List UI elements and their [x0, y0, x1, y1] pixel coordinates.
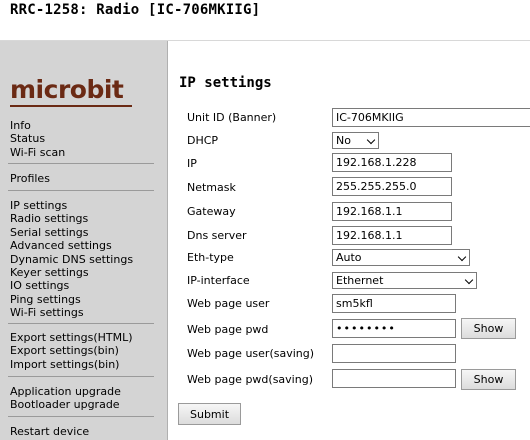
netmask-label: Netmask [187, 181, 236, 194]
eth-type-select[interactable]: Auto [332, 249, 470, 266]
dhcp-select[interactable]: No [332, 132, 379, 149]
nav-bootloader-upgrade[interactable]: Bootloader upgrade [10, 398, 121, 411]
nav-io-settings[interactable]: IO settings [10, 279, 133, 292]
nav-group-upgrade: Application upgrade Bootloader upgrade [10, 385, 121, 412]
dns-server-input[interactable] [332, 226, 452, 245]
nav-dynamic-dns-settings[interactable]: Dynamic DNS settings [10, 253, 133, 266]
nav-radio-settings[interactable]: Radio settings [10, 212, 133, 225]
web-pwd-input[interactable] [332, 319, 456, 338]
nav-separator [8, 323, 154, 324]
web-user-saving-input[interactable] [332, 344, 456, 363]
nav-group-restart: Restart device [10, 425, 89, 438]
nav-status[interactable]: Status [10, 132, 65, 145]
ip-interface-select-value: Ethernet [336, 274, 384, 287]
dns-server-label: Dns server [187, 229, 247, 242]
nav-keyer-settings[interactable]: Keyer settings [10, 266, 133, 279]
dhcp-label: DHCP [187, 134, 219, 147]
eth-type-label: Eth-type [187, 251, 234, 264]
web-user-input[interactable] [332, 294, 456, 313]
nav-export-settings-html[interactable]: Export settings(HTML) [10, 331, 133, 344]
gateway-input[interactable] [332, 202, 452, 221]
gateway-label: Gateway [187, 205, 236, 218]
main-content: IP settings Unit ID (Banner) DHCP No IP … [168, 41, 530, 440]
chevron-down-icon [366, 135, 376, 145]
ip-label: IP [187, 157, 197, 170]
web-pwd-label: Web page pwd [187, 323, 269, 336]
chevron-down-icon [464, 275, 474, 285]
web-pwd-saving-label: Web page pwd(saving) [187, 373, 313, 386]
logo-underline [10, 105, 132, 107]
nav-group-profiles: Profiles [10, 172, 50, 185]
ip-interface-select[interactable]: Ethernet [332, 272, 477, 289]
unit-id-label: Unit ID (Banner) [187, 111, 277, 124]
show-pwd-saving-button[interactable]: Show [461, 369, 516, 390]
nav-profiles[interactable]: Profiles [10, 172, 50, 185]
nav-group-settings: IP settings Radio settings Serial settin… [10, 199, 133, 320]
nav-separator [8, 416, 154, 417]
nav-separator [8, 163, 154, 164]
nav-wifi-settings[interactable]: Wi-Fi settings [10, 306, 133, 319]
nav-group-export: Export settings(HTML) Export settings(bi… [10, 331, 133, 371]
microbit-logo: microbit [10, 75, 124, 104]
section-title: IP settings [179, 75, 272, 91]
title-bar: RRC-1258: Radio [IC-706MKIIG] [0, 0, 530, 41]
dhcp-select-value: No [336, 134, 351, 147]
submit-button[interactable]: Submit [178, 403, 241, 425]
nav-advanced-settings[interactable]: Advanced settings [10, 239, 133, 252]
nav-separator [8, 376, 154, 377]
ip-input[interactable] [332, 153, 452, 172]
show-pwd-button[interactable]: Show [461, 318, 516, 339]
unit-id-input[interactable] [332, 108, 530, 127]
nav-separator [8, 190, 154, 191]
chevron-down-icon [457, 252, 467, 262]
sidebar: microbit Info Status Wi-Fi scan Profiles… [0, 41, 168, 440]
nav-ip-settings[interactable]: IP settings [10, 199, 133, 212]
netmask-input[interactable] [332, 177, 452, 196]
web-user-saving-label: Web page user(saving) [187, 347, 315, 360]
nav-info[interactable]: Info [10, 119, 65, 132]
web-pwd-saving-input[interactable] [332, 369, 456, 388]
nav-wifi-scan[interactable]: Wi-Fi scan [10, 146, 65, 159]
nav-serial-settings[interactable]: Serial settings [10, 226, 133, 239]
nav-application-upgrade[interactable]: Application upgrade [10, 385, 121, 398]
nav-group-info: Info Status Wi-Fi scan [10, 119, 65, 159]
nav-restart-device[interactable]: Restart device [10, 425, 89, 438]
page-title: RRC-1258: Radio [IC-706MKIIG] [10, 2, 261, 18]
nav-export-settings-bin[interactable]: Export settings(bin) [10, 344, 133, 357]
nav-ping-settings[interactable]: Ping settings [10, 293, 133, 306]
eth-type-select-value: Auto [336, 251, 362, 264]
web-user-label: Web page user [187, 297, 270, 310]
ip-interface-label: IP-interface [187, 274, 250, 287]
nav-import-settings-bin[interactable]: Import settings(bin) [10, 358, 133, 371]
